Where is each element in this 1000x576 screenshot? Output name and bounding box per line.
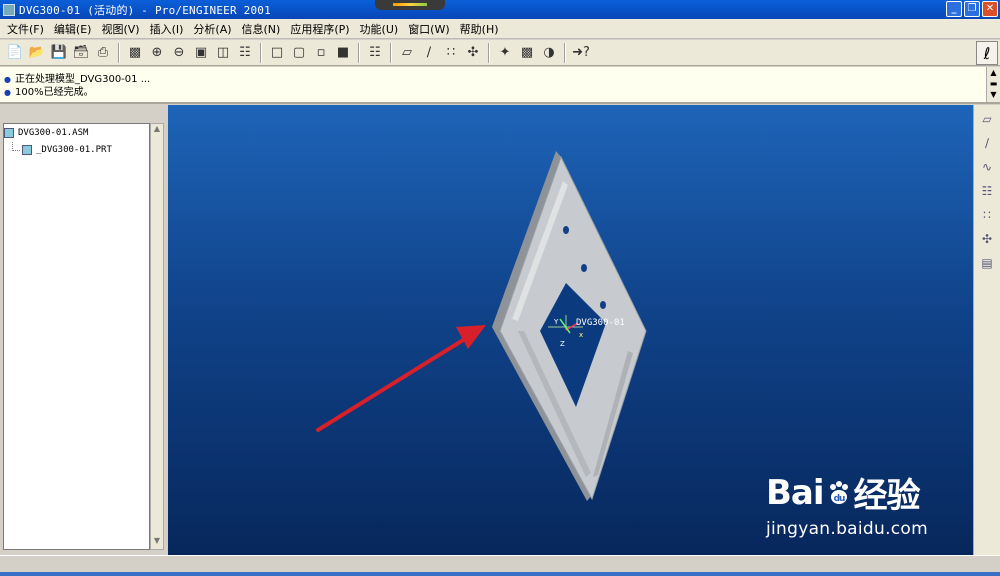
- tree-item-assembly[interactable]: DVG300-01.ASM: [4, 124, 149, 141]
- print-icon[interactable]: ⎙: [93, 43, 113, 63]
- coordinate-system-icon[interactable]: ✣: [463, 43, 483, 63]
- orient-icon[interactable]: ◫: [213, 43, 233, 63]
- whats-this-icon[interactable]: ➜?: [571, 43, 591, 63]
- model-tree: DVG300-01.ASM _DVG300-01.PRT: [3, 123, 150, 550]
- coordinate-system-icon[interactable]: ▤: [977, 253, 997, 273]
- datum-toolbar: ▱ ∕ ∿ ☷ ∷ ✣ ▤: [973, 105, 1000, 555]
- window-title: DVG300-01 (活动的) - Pro/ENGINEER 2001: [19, 3, 271, 17]
- csys-z-label: Z: [560, 340, 565, 348]
- csys-y-label: Y: [553, 318, 559, 326]
- menu-info[interactable]: 信息(N): [237, 21, 286, 37]
- new-file-icon[interactable]: 📄: [5, 43, 25, 63]
- title-bar: DVG300-01 (活动的) - Pro/ENGINEER 2001 _ ❐ …: [0, 0, 1000, 19]
- menu-bar: 文件(F) 编辑(E) 视图(V) 插入(I) 分析(A) 信息(N) 应用程序…: [0, 19, 1000, 39]
- part-icon: [22, 144, 32, 155]
- annotation-arrow-shaft: [316, 335, 470, 432]
- tree-item-part[interactable]: _DVG300-01.PRT: [4, 141, 149, 158]
- graphics-viewport[interactable]: Y Z x DVG300-01 Bai du 经验 jingyan.baidu.…: [168, 105, 973, 555]
- datum-curve-icon[interactable]: ∿: [977, 157, 997, 177]
- scroll-down-icon[interactable]: ▼: [151, 536, 163, 549]
- scroll-up-icon[interactable]: ▲: [151, 124, 163, 137]
- save-icon[interactable]: 💾: [49, 43, 69, 63]
- restore-button[interactable]: ❐: [964, 1, 980, 17]
- message-area: ● 正在处理模型_DVG300-01 ... ● 100%已经完成。 ▲ ▬ ▼: [0, 67, 1000, 104]
- sketch-tool-button[interactable]: ℓ: [976, 41, 998, 65]
- watermark-brand-left: Bai: [766, 472, 825, 513]
- zoom-in-icon[interactable]: ⊕: [147, 43, 167, 63]
- paw-logo-icon: du: [829, 480, 848, 504]
- repaint-icon[interactable]: ▩: [125, 43, 145, 63]
- no-hidden-icon[interactable]: ▫: [311, 43, 331, 63]
- open-folder-icon[interactable]: 📂: [27, 43, 47, 63]
- spin-center-icon[interactable]: ✦: [495, 43, 515, 63]
- menu-file[interactable]: 文件(F): [2, 21, 49, 37]
- plate-hole: [600, 301, 606, 309]
- datum-axis-icon[interactable]: ∕: [977, 133, 997, 153]
- datum-axis-icon[interactable]: ∕: [419, 43, 439, 63]
- datum-plane-icon[interactable]: ▱: [977, 109, 997, 129]
- wireframe-icon[interactable]: □: [267, 43, 287, 63]
- datum-plane-icon[interactable]: ▱: [397, 43, 417, 63]
- message-text: 正在处理模型_DVG300-01 ...: [14, 74, 151, 85]
- tree-item-label: _DVG300-01.PRT: [36, 144, 112, 155]
- menu-view[interactable]: 视图(V): [96, 21, 144, 37]
- watermark-url: jingyan.baidu.com: [766, 519, 928, 539]
- message-line: ● 正在处理模型_DVG300-01 ...: [4, 74, 151, 85]
- menu-applications[interactable]: 应用程序(P): [285, 21, 354, 37]
- screen-notch: [375, 0, 445, 10]
- view-manager-icon[interactable]: ▩: [517, 43, 537, 63]
- saved-views-icon[interactable]: ☷: [235, 43, 255, 63]
- csys-x-label: x: [579, 331, 583, 339]
- layers-icon[interactable]: ◑: [539, 43, 559, 63]
- main-toolbar: 📄 📂 💾 🗃 ⎙ ▩ ⊕ ⊖ ▣ ◫ ☷ □ ▢ ▫ ■ ☷ ▱ ∕ ∷ ✣ …: [0, 40, 1000, 66]
- tree-scrollbar[interactable]: ▲ ▼: [150, 123, 164, 550]
- tree-item-label: DVG300-01.ASM: [18, 127, 89, 138]
- baidu-watermark: Bai du 经验 jingyan.baidu.com: [766, 468, 928, 540]
- model-tree-panel: DVG300-01.ASM _DVG300-01.PRT ▲ ▼: [0, 105, 168, 555]
- menu-analysis[interactable]: 分析(A): [188, 21, 236, 37]
- field-point-icon[interactable]: ✣: [977, 229, 997, 249]
- datum-point-icon[interactable]: ∷: [441, 43, 461, 63]
- model-label: DVG300-01: [576, 318, 625, 328]
- assembly-icon: [4, 127, 14, 138]
- menu-window[interactable]: 窗口(W): [403, 21, 454, 37]
- menu-insert[interactable]: 插入(I): [145, 21, 189, 37]
- model-tree-icon[interactable]: ☷: [365, 43, 385, 63]
- watermark-brand-right: 经验: [853, 476, 921, 516]
- menu-help[interactable]: 帮助(H): [455, 21, 504, 37]
- shading-icon[interactable]: ■: [333, 43, 353, 63]
- status-bar: [0, 555, 1000, 576]
- minimize-button[interactable]: _: [946, 1, 962, 17]
- plate-hole: [563, 226, 569, 234]
- annotation-arrow-head: [456, 325, 486, 349]
- close-button[interactable]: ✕: [982, 1, 998, 17]
- plate-hole: [581, 264, 587, 272]
- scroll-down-icon[interactable]: ▼: [987, 89, 1000, 100]
- menu-edit[interactable]: 编辑(E): [49, 21, 97, 37]
- scroll-up-icon[interactable]: ▲: [987, 67, 1000, 78]
- zoom-out-icon[interactable]: ⊖: [169, 43, 189, 63]
- hidden-line-icon[interactable]: ▢: [289, 43, 309, 63]
- message-text: 100%已经完成。: [14, 87, 94, 98]
- zoom-fit-icon[interactable]: ▣: [191, 43, 211, 63]
- offset-point-icon[interactable]: ∷: [977, 205, 997, 225]
- datum-point-icon[interactable]: ☷: [977, 181, 997, 201]
- message-line: ● 100%已经完成。: [4, 87, 94, 98]
- app-icon: [3, 3, 15, 16]
- svg-text:du: du: [833, 494, 844, 504]
- menu-utilities[interactable]: 功能(U): [355, 21, 404, 37]
- message-scrollbar[interactable]: ▲ ▬ ▼: [986, 67, 1000, 102]
- save-copy-icon[interactable]: 🗃: [71, 43, 91, 63]
- scroll-thumb[interactable]: ▬: [987, 78, 1000, 89]
